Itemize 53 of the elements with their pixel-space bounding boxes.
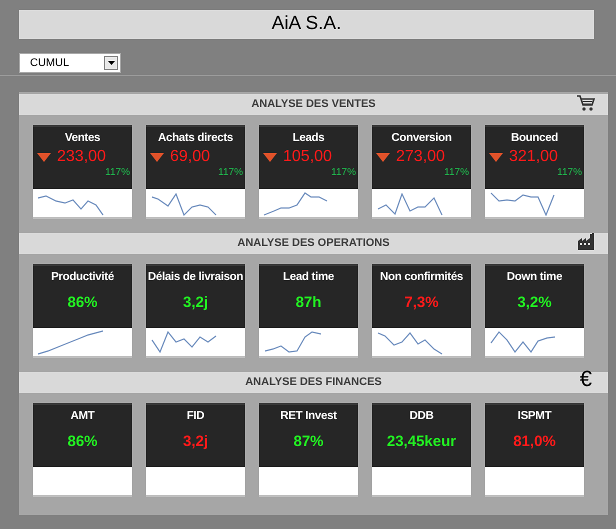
kpi-label: Bounced	[510, 131, 558, 146]
kpi-value: 86%	[67, 295, 98, 310]
kpi-value: 321,00	[509, 149, 558, 166]
kpi-label: AMT	[70, 409, 94, 424]
kpi-value: 105,00	[283, 149, 332, 166]
kpi-label: Délais de livraison	[148, 270, 244, 285]
section-title: ANALYSE DES OPERATIONS	[237, 236, 390, 252]
kpi-ratio: 117%	[557, 168, 582, 178]
sparkline	[377, 332, 443, 355]
period-dropdown[interactable]: CUMUL	[19, 53, 121, 73]
sparkline	[37, 195, 104, 216]
shopping-cart-icon	[576, 94, 596, 112]
sparkline	[490, 192, 555, 216]
dropdown-caret-icon	[108, 61, 114, 65]
kpi-label: Ventes	[64, 131, 100, 146]
kpi-label: RET Invest	[280, 409, 337, 424]
kpi-ratio: 117%	[218, 168, 243, 178]
kpi-label: DDB	[409, 409, 434, 424]
sparkline	[151, 193, 217, 216]
kpi-value: 273,00	[396, 149, 445, 166]
kpi-value: 86%	[67, 434, 98, 450]
kpi-value: 3,2j	[182, 434, 208, 450]
kpi-label: ISPMT	[518, 409, 552, 424]
sparkline	[377, 193, 443, 216]
kpi-label: Down time	[506, 270, 562, 285]
kpi-label: FID	[186, 409, 204, 424]
kpi-value: 3,2j	[182, 295, 208, 310]
kpi-ratio: 117%	[444, 168, 469, 178]
sparkline	[490, 331, 556, 353]
kpi-value: 87%	[293, 434, 324, 450]
sparkline	[264, 331, 322, 353]
kpi-label: Lead time	[283, 270, 334, 285]
kpi-value: 7,3%	[404, 295, 439, 310]
kpi-ratio: 117%	[105, 168, 130, 178]
dashboard-title: AiA S.A.	[272, 12, 342, 36]
kpi-value: 23,45keur	[386, 434, 456, 450]
kpi-label: Achats directs	[158, 131, 234, 146]
kpi-value: 69,00	[170, 149, 210, 166]
kpi-label: Non confirmités	[380, 270, 464, 285]
sparkline	[263, 192, 328, 216]
section-title: ANALYSE DES VENTES	[251, 97, 376, 112]
kpi-value: 3,2%	[517, 295, 552, 310]
kpi-label: Leads	[292, 131, 324, 146]
euro-icon: €	[580, 368, 592, 390]
kpi-label: Productivité	[51, 270, 114, 285]
section-title: ANALYSE DES FINANCES	[245, 375, 382, 390]
kpi-ratio: 117%	[331, 168, 356, 178]
kpi-value: 233,00	[57, 149, 106, 166]
sparkline	[37, 330, 104, 355]
kpi-value: 81,0%	[513, 434, 556, 450]
sparkline	[151, 331, 217, 353]
kpi-label: Conversion	[391, 131, 452, 146]
kpi-value: 87h	[296, 295, 322, 310]
